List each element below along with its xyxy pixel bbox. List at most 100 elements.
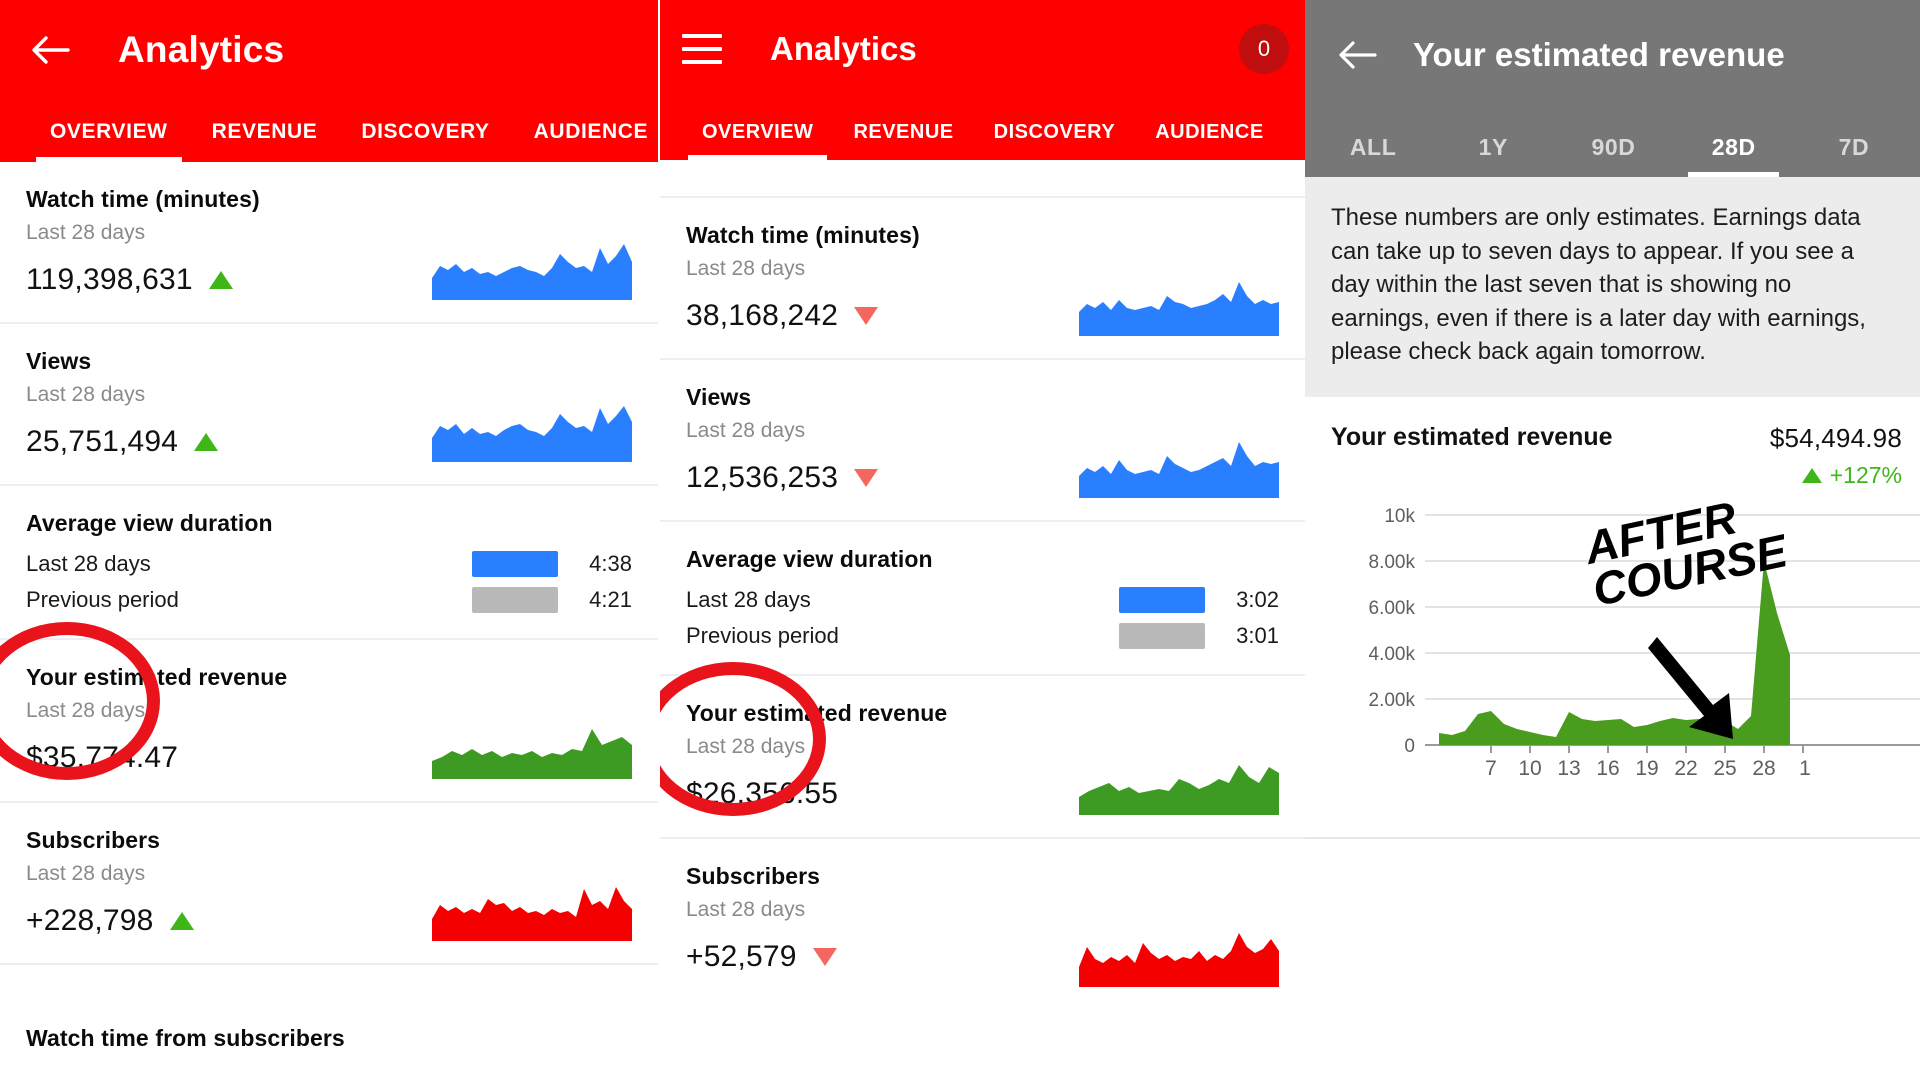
tab-overview-left[interactable]: OVERVIEW xyxy=(28,120,190,162)
tab-audience-left[interactable]: AUDIENCE xyxy=(512,120,658,162)
metric-card-watch-time-left[interactable]: Watch time (minutes) Last 28 days 119,39… xyxy=(0,162,658,324)
tab-range-90d[interactable]: 90D xyxy=(1553,134,1673,177)
sparkline-subscribers xyxy=(1079,929,1279,987)
back-arrow-icon[interactable] xyxy=(28,28,72,72)
avd-bar-current xyxy=(472,551,558,577)
metric-subtitle: Last 28 days xyxy=(686,898,806,921)
metric-subtitle: Last 28 days xyxy=(26,699,146,722)
chart-y-tick-labels: 10k 8.00k 6.00k 4.00k 2.00k 0 xyxy=(1369,506,1416,757)
panel-analytics-overview-middle: Analytics 0 OVERVIEW REVENUE DISCOVERY A… xyxy=(658,0,1305,1080)
notification-count-badge[interactable]: 0 xyxy=(1239,24,1289,74)
trend-up-icon xyxy=(194,433,219,451)
metric-value: $35,774.47 xyxy=(26,741,179,774)
avd-value-group: 4:21 xyxy=(472,587,632,613)
revenue-summary-label: Your estimated revenue xyxy=(1331,422,1613,451)
screenshot-stage: Analytics OVERVIEW REVENUE DISCOVERY AUD… xyxy=(0,0,1920,1080)
metric-card-views-middle[interactable]: Views Last 28 days 12,536,253 xyxy=(660,360,1305,522)
metric-title: Watch time from subscribers xyxy=(26,1025,345,1051)
tab-bar-left: OVERVIEW REVENUE DISCOVERY AUDIENCE xyxy=(0,100,658,162)
metric-value: 119,398,631 xyxy=(26,263,193,296)
avd-time-current: 4:38 xyxy=(589,551,632,576)
svg-text:28: 28 xyxy=(1752,757,1775,780)
metric-value: +52,579 xyxy=(686,940,797,973)
metric-card-watch-time-middle[interactable]: Watch time (minutes) Last 28 days 38,168… xyxy=(660,198,1305,360)
tab-range-1y[interactable]: 1Y xyxy=(1433,134,1553,177)
trend-down-icon xyxy=(854,469,879,487)
avd-value-group: 3:01 xyxy=(1119,623,1279,649)
avd-row-previous: Previous period 3:01 xyxy=(686,623,1279,649)
metric-card-avg-view-duration-left[interactable]: Average view duration Last 28 days 4:38 … xyxy=(0,486,658,640)
tab-discovery-middle[interactable]: DISCOVERY xyxy=(974,121,1136,160)
section-divider xyxy=(1305,836,1920,839)
metric-card-subscribers-middle[interactable]: Subscribers Last 28 days +52,579 xyxy=(660,839,1305,1009)
avd-row-previous: Previous period 4:21 xyxy=(26,587,632,613)
metric-card-subscribers-left[interactable]: Subscribers Last 28 days +228,798 xyxy=(0,803,658,965)
metric-title: Subscribers xyxy=(686,863,821,889)
svg-text:1: 1 xyxy=(1799,757,1811,780)
metric-value: 38,168,242 xyxy=(686,299,839,332)
trend-down-icon xyxy=(812,948,837,966)
trend-down-icon xyxy=(854,307,879,325)
metric-value: +228,798 xyxy=(26,904,154,937)
avd-bar-current xyxy=(1119,587,1205,613)
metric-title: Watch time (minutes) xyxy=(26,186,260,212)
estimates-disclaimer-text: These numbers are only estimates. Earnin… xyxy=(1305,177,1920,397)
revenue-area-chart[interactable]: 10k 8.00k 6.00k 4.00k 2.00k 0 7 10 13 16… xyxy=(1305,497,1920,797)
app-bar-right: Your estimated revenue ALL 1Y 90D 28D 7D xyxy=(1305,0,1920,177)
tab-range-28d[interactable]: 28D xyxy=(1674,134,1794,177)
svg-text:19: 19 xyxy=(1635,757,1658,780)
trend-up-icon xyxy=(1801,467,1822,483)
app-bar-middle: Analytics 0 OVERVIEW REVENUE DISCOVERY A… xyxy=(660,0,1305,160)
trend-up-icon xyxy=(169,912,194,930)
back-arrow-icon[interactable] xyxy=(1335,33,1379,77)
spacer-middle xyxy=(660,160,1305,198)
avd-time-current: 3:02 xyxy=(1236,587,1279,612)
page-title-right: Your estimated revenue xyxy=(1413,36,1785,73)
tab-range-all[interactable]: ALL xyxy=(1313,134,1433,177)
hamburger-menu-icon[interactable] xyxy=(682,34,722,64)
tab-revenue-left[interactable]: REVENUE xyxy=(190,120,340,162)
svg-text:13: 13 xyxy=(1557,757,1580,780)
metric-title: Views xyxy=(26,348,92,374)
svg-text:16: 16 xyxy=(1596,757,1619,780)
svg-text:0: 0 xyxy=(1404,736,1415,757)
app-bar-top-row-right: Your estimated revenue xyxy=(1305,0,1920,110)
svg-text:22: 22 xyxy=(1674,757,1697,780)
metric-title: Your estimated revenue xyxy=(26,664,288,690)
metric-card-estimated-revenue-left[interactable]: Your estimated revenue Last 28 days $35,… xyxy=(0,622,658,803)
tab-discovery-left[interactable]: DISCOVERY xyxy=(339,120,511,162)
metric-card-views-left[interactable]: Views Last 28 days 25,751,494 xyxy=(0,324,658,486)
chart-x-tick-marks xyxy=(1490,744,1804,753)
avd-value-group: 4:38 xyxy=(472,551,632,577)
tab-overview-middle[interactable]: OVERVIEW xyxy=(682,121,833,160)
svg-text:4.00k: 4.00k xyxy=(1369,644,1416,665)
avd-row-current: Last 28 days 4:38 xyxy=(26,551,632,577)
metric-card-estimated-revenue-middle[interactable]: Your estimated revenue Last 28 days $26,… xyxy=(660,662,1305,839)
tab-revenue-middle[interactable]: REVENUE xyxy=(833,121,973,160)
avd-bar-previous xyxy=(472,587,558,613)
panel-estimated-revenue-detail-right: Your estimated revenue ALL 1Y 90D 28D 7D… xyxy=(1305,0,1920,1080)
metric-title: Your estimated revenue xyxy=(686,700,948,726)
sparkline-subscribers xyxy=(432,883,632,941)
metric-card-avg-view-duration-middle[interactable]: Average view duration Last 28 days 3:02 … xyxy=(660,522,1305,676)
page-title-middle: Analytics xyxy=(770,30,917,67)
avd-bar-previous xyxy=(1119,623,1205,649)
avd-value-group: 3:02 xyxy=(1119,587,1279,613)
sparkline-watch-time xyxy=(1079,278,1279,336)
sparkline-views xyxy=(1079,440,1279,498)
svg-text:8.00k: 8.00k xyxy=(1369,552,1416,573)
revenue-summary-row: Your estimated revenue $54,494.98 +127% xyxy=(1305,397,1920,497)
revenue-summary-delta: +127% xyxy=(1770,462,1902,489)
tab-range-7d[interactable]: 7D xyxy=(1794,134,1914,177)
svg-text:7: 7 xyxy=(1485,757,1497,780)
app-bar-top-row-left: Analytics xyxy=(0,0,658,100)
tab-bar-middle: OVERVIEW REVENUE DISCOVERY AUDIENCE xyxy=(660,98,1305,160)
avd-row-current: Last 28 days 3:02 xyxy=(686,587,1279,613)
metric-card-watch-time-from-subscribers-left[interactable]: Watch time from subscribers xyxy=(0,965,658,1080)
svg-text:25: 25 xyxy=(1713,757,1736,780)
sparkline-watch-time xyxy=(432,242,632,300)
tab-audience-middle[interactable]: AUDIENCE xyxy=(1135,121,1283,160)
metric-value: 12,536,253 xyxy=(686,461,839,494)
avd-time-previous: 4:21 xyxy=(589,587,632,612)
revenue-summary-value: $54,494.98 xyxy=(1769,422,1902,453)
